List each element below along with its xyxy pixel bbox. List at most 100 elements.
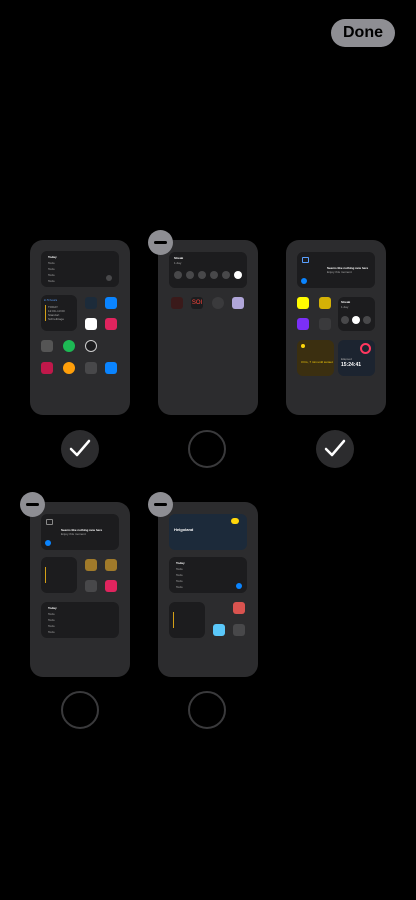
app-icon[interactable] — [41, 362, 53, 374]
app-icon[interactable] — [41, 340, 53, 352]
calendar-widget[interactable]: in 5 hours TODAY 12:00–13:00 Standort Sc… — [41, 295, 77, 331]
done-button[interactable]: Done — [331, 19, 395, 47]
app-icon[interactable] — [85, 318, 97, 330]
app-icon[interactable] — [85, 559, 97, 571]
home-page-1[interactable]: Today Todo Todo Todo Todo in 5 hours TOD… — [30, 240, 130, 415]
streak-widget[interactable]: Streak 1 day — [338, 297, 375, 331]
sunset-widget[interactable]: 3 hrs, 7 min until sunset — [297, 340, 334, 376]
streak-day — [210, 271, 218, 279]
page-4-selected-toggle[interactable] — [61, 691, 99, 729]
todo-item: Todo — [48, 261, 55, 265]
streak-day — [186, 271, 194, 279]
app-icon[interactable] — [232, 297, 244, 309]
streak-subtitle: 1 day — [341, 305, 349, 309]
slack-icon[interactable] — [105, 318, 117, 330]
todo-item: Todo — [48, 630, 55, 634]
todo-item: Todo — [48, 612, 55, 616]
home-page-3[interactable]: Seems like nothing new here Enjoy this m… — [286, 240, 386, 415]
app-icon[interactable] — [233, 602, 245, 614]
app-icon[interactable] — [105, 340, 117, 352]
timer-widget[interactable]: Elapsed 15:24:41 — [338, 340, 375, 376]
todo-item: Todo — [48, 279, 55, 283]
todo-item: Todo — [176, 579, 183, 583]
app-icon[interactable] — [213, 624, 225, 636]
app-icon[interactable] — [85, 580, 97, 592]
app-icon[interactable] — [319, 297, 331, 309]
streak-widget[interactable]: Streak 1 day — [169, 252, 247, 288]
messenger-icon[interactable] — [297, 318, 309, 330]
home-page-4[interactable]: Seems like nothing new here Enjoy this m… — [30, 502, 130, 677]
streak-title: Streak — [341, 300, 351, 304]
app-icon[interactable] — [85, 297, 97, 309]
calendar-event-bar — [45, 567, 46, 583]
badge-icon — [301, 278, 307, 284]
app-icon[interactable] — [171, 297, 183, 309]
notification-widget[interactable]: Seems like nothing new here Enjoy this m… — [41, 514, 119, 550]
calendar-event-bar — [45, 305, 46, 321]
app-icon[interactable] — [319, 318, 331, 330]
remove-page-2-button[interactable] — [148, 230, 173, 255]
todo-title: Today — [48, 255, 57, 259]
remove-page-4-button[interactable] — [20, 492, 45, 517]
app-icon[interactable] — [85, 340, 97, 352]
mail-icon — [302, 257, 309, 263]
sun-icon — [301, 344, 305, 348]
calendar-line: Schreibtage — [48, 317, 65, 321]
app-icon[interactable] — [105, 362, 117, 374]
app-icon[interactable] — [212, 297, 224, 309]
todo-widget[interactable]: Today Todo Todo Todo Todo — [169, 557, 247, 593]
ring-icon — [360, 343, 371, 354]
streak-day — [363, 316, 371, 324]
streak-subtitle: 1 day — [174, 261, 182, 265]
weather-place: Helgoland — [174, 527, 194, 532]
streak-day-done — [234, 271, 242, 279]
calendar-event-bar — [173, 612, 174, 628]
calendar-widget[interactable] — [169, 602, 205, 638]
todo-item: Todo — [176, 567, 183, 571]
todo-item: Todo — [48, 267, 55, 271]
add-icon — [236, 583, 242, 589]
todo-widget[interactable]: Today Todo Todo Todo Todo — [41, 251, 119, 287]
page-3-selected-toggle[interactable] — [316, 430, 354, 468]
slack-icon[interactable] — [213, 602, 225, 614]
todo-item: Todo — [48, 624, 55, 628]
todo-item: Todo — [48, 618, 55, 622]
home-page-5[interactable]: Helgoland Today Todo Todo Todo Todo — [158, 502, 258, 677]
todo-title: Today — [176, 561, 185, 565]
page-1-selected-toggle[interactable] — [61, 430, 99, 468]
streak-day — [222, 271, 230, 279]
timer-value: 15:24:41 — [341, 362, 362, 368]
slack-icon[interactable] — [105, 580, 117, 592]
streak-day-done — [352, 316, 360, 324]
todo-item: Todo — [48, 273, 55, 277]
add-icon — [106, 275, 112, 281]
streak-day — [174, 271, 182, 279]
sunset-text: 3 hrs, 7 min until sunset — [301, 360, 333, 364]
star-icon[interactable] — [85, 362, 97, 374]
streak-title: Streak — [174, 256, 184, 260]
calendar-widget[interactable] — [41, 557, 77, 593]
calendar-header: in 5 hours — [44, 298, 58, 302]
timer-label: Elapsed — [341, 357, 352, 361]
weather-widget[interactable]: Helgoland — [169, 514, 247, 550]
streak-day — [198, 271, 206, 279]
page-5-selected-toggle[interactable] — [188, 691, 226, 729]
todo-widget[interactable]: Today Todo Todo Todo Todo — [41, 602, 119, 638]
text-widget[interactable]: SOI — [191, 297, 203, 309]
home-page-2[interactable]: Streak 1 day SOI — [158, 240, 258, 415]
streak-day — [341, 316, 349, 324]
app-icon[interactable] — [105, 297, 117, 309]
app-icon[interactable] — [63, 362, 75, 374]
mail-icon — [46, 519, 53, 525]
star-icon[interactable] — [233, 624, 245, 636]
todo-title: Today — [48, 606, 57, 610]
badge-icon — [45, 540, 51, 546]
app-icon[interactable] — [105, 559, 117, 571]
checkmark-icon — [324, 439, 346, 457]
todo-item: Todo — [176, 585, 183, 589]
snapchat-icon[interactable] — [297, 297, 309, 309]
page-2-selected-toggle[interactable] — [188, 430, 226, 468]
notification-widget[interactable]: Seems like nothing new here Enjoy this m… — [297, 252, 375, 288]
spotify-icon[interactable] — [63, 340, 75, 352]
remove-page-5-button[interactable] — [148, 492, 173, 517]
